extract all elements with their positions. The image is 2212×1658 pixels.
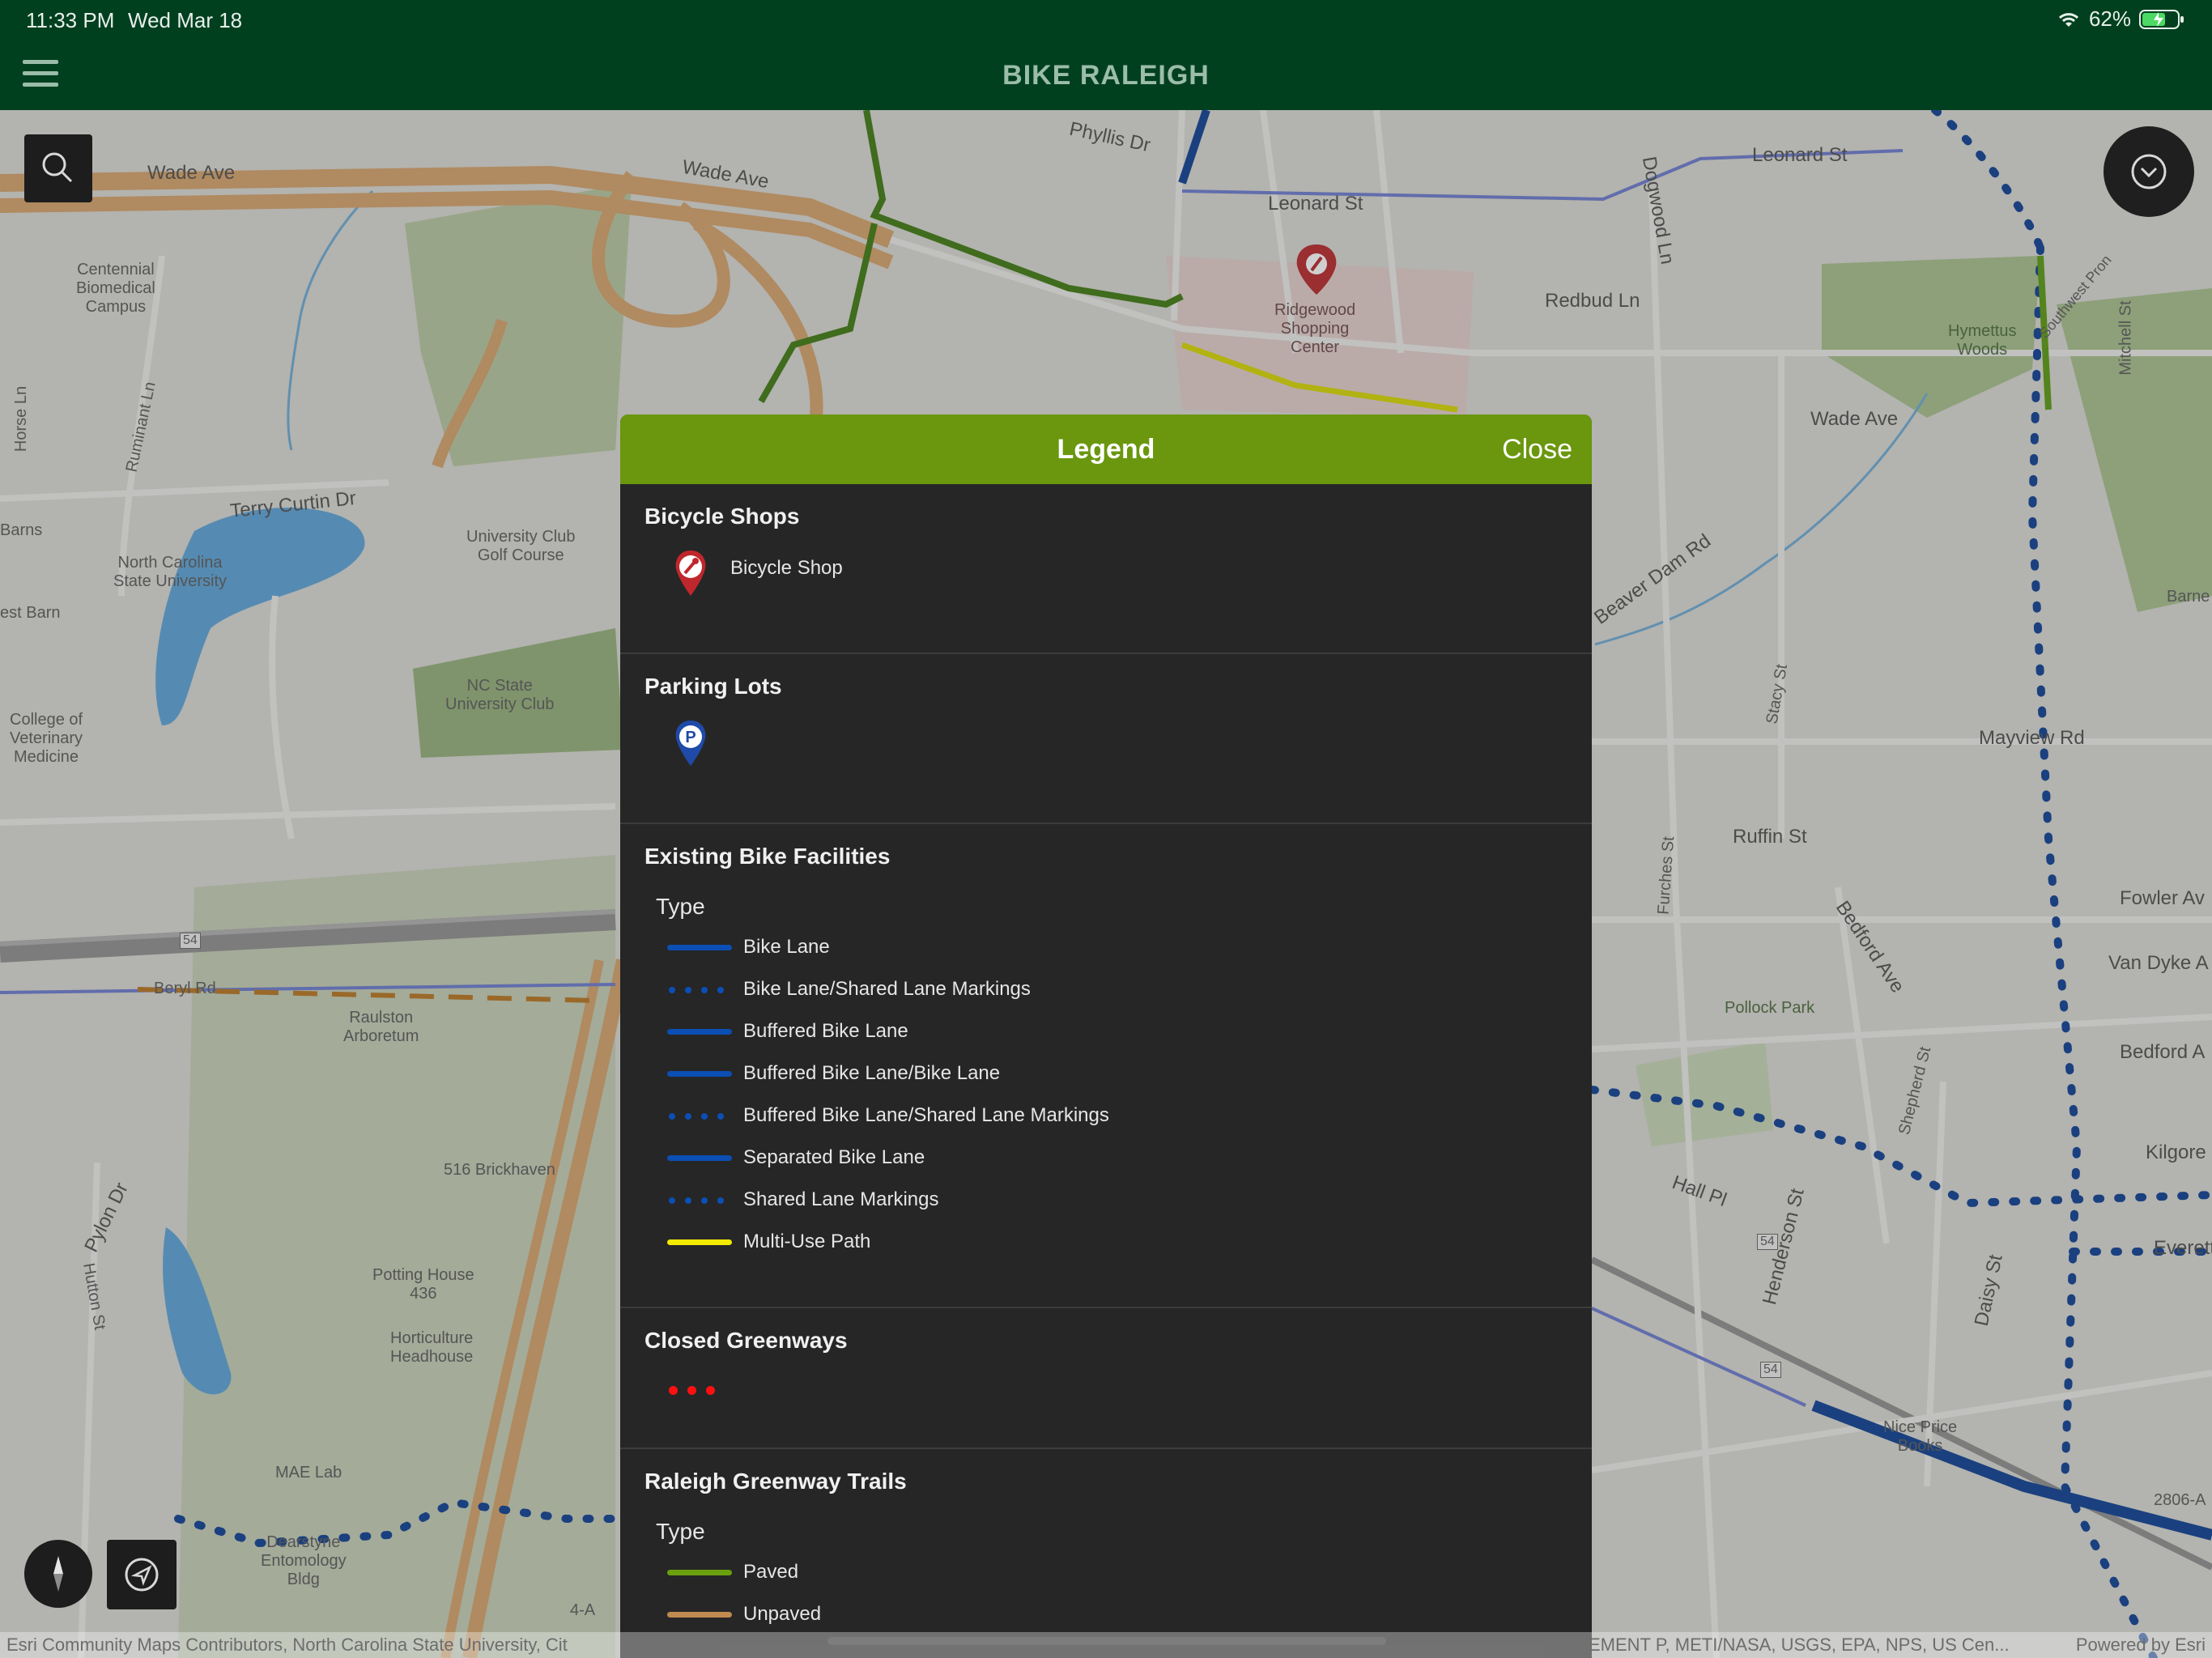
battery-percent: 62% (2088, 6, 2131, 31)
legend-section-parking-lots: Parking Lots P (620, 654, 1592, 824)
wifi-icon (2058, 12, 2078, 27)
closed-greenway-swatch (669, 1386, 715, 1395)
legend-header: Legend Close (620, 414, 1592, 484)
section-title: Bicycle Shops (644, 504, 800, 529)
legend-item-label: Buffered Bike Lane/Shared Lane Markings (743, 1104, 1109, 1126)
legend-item-shared-lane-markings: Shared Lane Markings (667, 1184, 938, 1216)
search-button[interactable] (24, 134, 92, 202)
legend-item-unpaved: Unpaved (667, 1598, 821, 1630)
dotted-swatch (667, 973, 734, 1005)
legend-item-buffered-bike-lane: Buffered Bike Lane (667, 1015, 908, 1048)
attribution-text: Esri Community Maps Contributors, North … (6, 1635, 568, 1655)
home-indicator[interactable] (827, 1637, 1386, 1645)
dotted-swatch (667, 1184, 734, 1216)
legend-item-label: Bike Lane/Shared Lane Markings (743, 978, 1031, 1000)
legend-item-label: Bicycle Shop (730, 557, 843, 579)
layers-chevron-icon (2131, 154, 2167, 189)
legend-item-label: Shared Lane Markings (743, 1188, 939, 1210)
legend-item-label: Bike Lane (743, 936, 830, 958)
status-bar: 11:33 PM Wed Mar 18 62% (0, 0, 2212, 39)
legend-item-label: Unpaved (743, 1603, 822, 1625)
locate-me-button[interactable] (107, 1540, 177, 1609)
legend-item-buffered-bike-lane-bike-lane: Buffered Bike Lane/Bike Lane (667, 1057, 1000, 1090)
legend-item-label: Separated Bike Lane (743, 1146, 925, 1168)
svg-text:P: P (685, 729, 696, 746)
legend-panel: Legend Close Bicycle Shops Bicycle Shop … (620, 414, 1592, 1658)
legend-item-bike-lane-shared: Bike Lane/Shared Lane Markings (667, 973, 1031, 1005)
line-swatch (667, 1226, 734, 1258)
line-swatch (667, 1015, 734, 1048)
status-date: Wed Mar 18 (128, 8, 243, 32)
section-title: Raleigh Greenway Trails (644, 1469, 907, 1494)
location-arrow-icon (125, 1558, 159, 1592)
legend-close-button[interactable]: Close (1502, 434, 1572, 466)
line-swatch (667, 1141, 734, 1174)
legend-item-label: Buffered Bike Lane/Bike Lane (743, 1062, 1001, 1084)
line-swatch (667, 931, 734, 963)
app-header: BIKE RALEIGH (0, 39, 2212, 110)
legend-item-separated-bike-lane: Separated Bike Lane (667, 1141, 925, 1174)
line-swatch (667, 1598, 734, 1630)
compass-icon (53, 1556, 63, 1592)
status-right: 62% (2057, 6, 2184, 32)
legend-section-bicycle-shops: Bicycle Shops Bicycle Shop (620, 484, 1592, 654)
attribution-text: EMENT P, METI/NASA, USGS, EPA, NPS, US C… (1589, 1635, 2010, 1655)
section-title: Existing Bike Facilities (644, 844, 891, 869)
powered-by-esri[interactable]: Powered by Esri (2076, 1635, 2206, 1656)
line-swatch (667, 1057, 734, 1090)
legend-item-bike-lane: Bike Lane (667, 931, 830, 963)
legend-title: Legend (1057, 434, 1155, 465)
bicycle-shop-pin-icon (675, 551, 706, 596)
status-time: 11:33 PM (26, 8, 115, 32)
type-label: Type (656, 894, 705, 919)
legend-item-paved: Paved (667, 1556, 798, 1588)
legend-item-label: Paved (743, 1561, 799, 1583)
legend-item-label: Multi-Use Path (743, 1231, 871, 1252)
legend-item-buffered-shared: Buffered Bike Lane/Shared Lane Markings (667, 1099, 1109, 1132)
section-title: Closed Greenways (644, 1328, 848, 1353)
battery-icon (2139, 9, 2184, 29)
legend-section-closed-greenways: Closed Greenways (620, 1308, 1592, 1449)
layers-toggle-button[interactable] (2104, 126, 2194, 217)
legend-item-multi-use-path: Multi-Use Path (667, 1226, 870, 1258)
parking-pin-icon: P (675, 721, 706, 766)
dotted-swatch (667, 1099, 734, 1132)
legend-item-label: Buffered Bike Lane (743, 1020, 908, 1042)
section-title: Parking Lots (644, 674, 782, 699)
type-label: Type (656, 1519, 705, 1544)
compass-button[interactable] (24, 1540, 92, 1608)
legend-section-existing-bike-facilities: Existing Bike Facilities Type Bike Lane … (620, 824, 1592, 1308)
app-title: BIKE RALEIGH (1002, 60, 1210, 91)
map-attribution: Esri Community Maps Contributors, North … (0, 1632, 2212, 1658)
search-icon (42, 152, 73, 183)
line-swatch (667, 1556, 734, 1588)
legend-section-greenway-trails: Raleigh Greenway Trails Type Paved Unpav… (620, 1449, 1592, 1658)
